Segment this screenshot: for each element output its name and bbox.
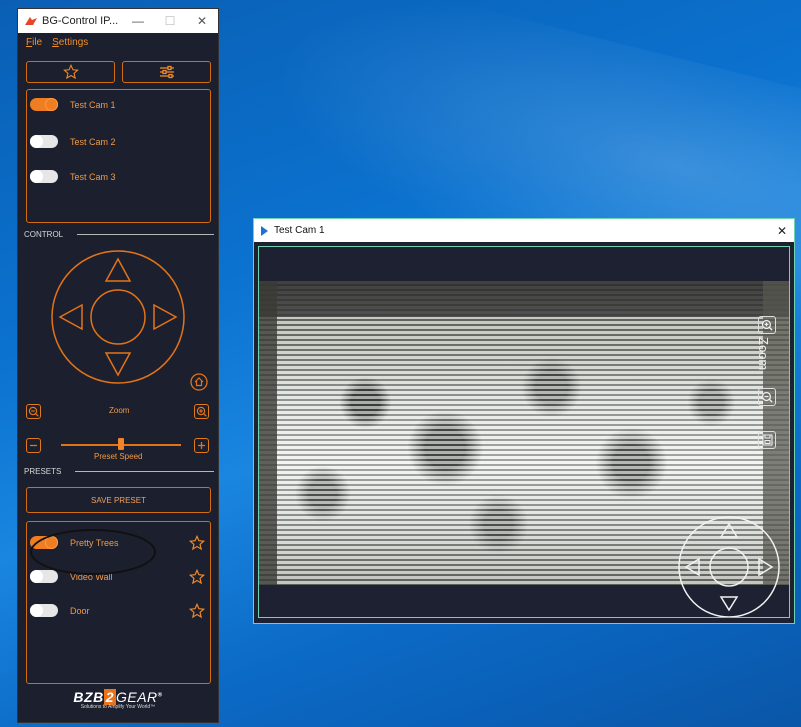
preset-toggle-off[interactable] bbox=[30, 604, 58, 617]
minimize-button[interactable]: — bbox=[122, 14, 154, 28]
pan-left-arrow-icon bbox=[684, 557, 700, 577]
camera-zoom-in-button[interactable] bbox=[758, 316, 776, 334]
pan-down-arrow-icon bbox=[719, 596, 739, 612]
zoom-label: Zoom bbox=[109, 406, 130, 415]
brand-tagline: Solutions to Amplify Your World™ bbox=[80, 704, 156, 710]
play-icon bbox=[261, 225, 268, 236]
camera-label: Test Cam 1 bbox=[70, 99, 116, 110]
camera-ptz-joystick[interactable] bbox=[677, 515, 781, 618]
presets-section-label: PRESETS bbox=[24, 467, 62, 476]
camera-item[interactable]: Test Cam 3 bbox=[30, 170, 116, 183]
speed-increase-button[interactable] bbox=[194, 438, 209, 453]
pan-up-arrow-icon bbox=[719, 522, 739, 538]
save-preset-button[interactable]: SAVE PRESET bbox=[26, 487, 211, 513]
presets-section-header: PRESETS bbox=[24, 467, 214, 476]
zoom-out-icon bbox=[28, 406, 39, 417]
preset-favorite-star-icon[interactable] bbox=[189, 603, 205, 619]
camera-item[interactable]: Test Cam 2 bbox=[30, 135, 116, 148]
zoom-in-icon bbox=[761, 319, 773, 331]
close-button[interactable]: ✕ bbox=[186, 14, 218, 28]
preset-favorite-star-icon[interactable] bbox=[189, 535, 205, 551]
save-icon bbox=[761, 434, 773, 446]
joystick-center bbox=[90, 289, 146, 345]
pan-up-arrow-icon bbox=[104, 257, 132, 282]
camera-save-preset-button[interactable] bbox=[758, 431, 776, 449]
pan-right-arrow-icon bbox=[758, 557, 774, 577]
camera-toggle-on[interactable] bbox=[30, 98, 58, 111]
joystick-ring bbox=[51, 250, 185, 384]
annotation-circle bbox=[30, 529, 156, 575]
minus-icon bbox=[30, 444, 37, 447]
brand-logo: BZB 2 GEAR® Solutions to Amplify Your Worl… bbox=[18, 689, 218, 710]
favorites-button[interactable] bbox=[26, 61, 115, 83]
control-titlebar: BG-Control IP... — ☐ ✕ bbox=[18, 9, 218, 33]
ptz-joystick[interactable] bbox=[48, 247, 188, 387]
maximize-button[interactable]: ☐ bbox=[154, 14, 186, 28]
control-section-header: CONTROL bbox=[24, 230, 214, 239]
preset-favorite-star-icon[interactable] bbox=[189, 569, 205, 585]
control-section-label: CONTROL bbox=[24, 230, 64, 239]
home-icon bbox=[194, 377, 204, 387]
control-window-title: BG-Control IP... bbox=[42, 15, 119, 27]
camera-close-button[interactable]: ✕ bbox=[770, 224, 794, 238]
camera-window-title: Test Cam 1 bbox=[274, 225, 325, 236]
camera-label: Test Cam 3 bbox=[70, 171, 116, 182]
camera-zoom-label: Zoom bbox=[756, 337, 771, 371]
plus-icon bbox=[198, 442, 205, 449]
camera-zoom-out-button[interactable] bbox=[758, 388, 776, 406]
menu-settings[interactable]: Settings bbox=[52, 37, 88, 48]
pan-right-arrow-icon bbox=[153, 303, 178, 331]
pan-left-arrow-icon bbox=[58, 303, 83, 331]
divider bbox=[77, 234, 214, 235]
preset-speed-slider[interactable] bbox=[118, 438, 124, 450]
sliders-icon bbox=[159, 65, 174, 79]
camera-window: Test Cam 1 ✕ Zoom bbox=[253, 218, 795, 624]
menu-file[interactable]: File bbox=[26, 37, 42, 48]
star-icon bbox=[62, 64, 79, 80]
camera-view-frame: Zoom bbox=[258, 246, 790, 618]
camera-titlebar: Test Cam 1 ✕ bbox=[254, 219, 794, 242]
menu-bar: File Settings bbox=[18, 33, 218, 51]
preset-toggle-off[interactable] bbox=[30, 570, 58, 583]
camera-toggle-off[interactable] bbox=[30, 135, 58, 148]
zoom-out-button[interactable] bbox=[26, 404, 41, 419]
speed-decrease-button[interactable] bbox=[26, 438, 41, 453]
camera-item[interactable]: Test Cam 1 bbox=[30, 98, 116, 111]
divider bbox=[75, 471, 214, 472]
save-preset-label: SAVE PRESET bbox=[91, 495, 146, 505]
camera-toggle-off[interactable] bbox=[30, 170, 58, 183]
settings-sliders-button[interactable] bbox=[122, 61, 211, 83]
brand-wordmark: BZB 2 GEAR® bbox=[73, 689, 163, 705]
zoom-in-icon bbox=[196, 406, 207, 417]
control-window: BG-Control IP... — ☐ ✕ File Settings Tes… bbox=[17, 8, 219, 723]
preset-item[interactable]: Door bbox=[30, 604, 90, 617]
preset-speed-label: Preset Speed bbox=[94, 452, 143, 461]
home-button[interactable] bbox=[190, 373, 208, 391]
pan-down-arrow-icon bbox=[104, 352, 132, 377]
app-logo-icon bbox=[25, 17, 37, 25]
zoom-in-button[interactable] bbox=[194, 404, 209, 419]
camera-label: Test Cam 2 bbox=[70, 136, 116, 147]
zoom-out-icon bbox=[761, 391, 773, 403]
preset-label: Door bbox=[70, 605, 90, 616]
